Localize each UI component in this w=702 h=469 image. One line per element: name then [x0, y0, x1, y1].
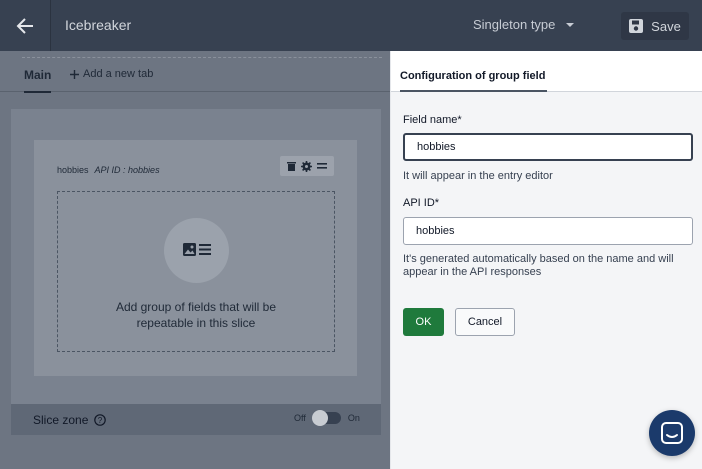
field-name-label: Field name*: [403, 114, 462, 126]
group-field[interactable]: hobbies API ID : hobbies Add group of fi…: [34, 140, 357, 376]
chat-icon: [661, 422, 683, 444]
slice-zone-toggle[interactable]: Off On: [294, 410, 360, 426]
group-drop-zone[interactable]: Add group of fields that will be repeata…: [57, 191, 335, 352]
group-name: hobbies: [57, 165, 89, 175]
slice-card: hobbies API ID : hobbies Add group of fi…: [11, 109, 381, 404]
toggle-on-label: On: [347, 413, 360, 423]
image-text-icon: [164, 218, 229, 283]
back-button[interactable]: [0, 0, 51, 51]
type-select[interactable]: Singleton type: [473, 17, 575, 32]
slice-zone-label-wrap: Slice zone ?: [33, 412, 107, 427]
caret-down-icon: [566, 22, 575, 27]
group-api-id: API ID : hobbies: [94, 165, 160, 175]
top-bar: Icebreaker Singleton type Save: [0, 0, 702, 51]
drop-zone-text: Add group of fields that will be repeata…: [115, 300, 277, 330]
plus-icon: [70, 69, 79, 79]
app-title: Icebreaker: [65, 17, 132, 33]
api-id-hint: It's generated automatically based on th…: [403, 253, 674, 278]
field-name-hint: It will appear in the entry editor: [403, 170, 553, 182]
toggle-off-label: Off: [294, 413, 306, 423]
slice-zone-label: Slice zone: [33, 412, 89, 427]
chat-launcher-button[interactable]: [649, 410, 695, 456]
editor-area: Main Add a new tab hobbies API ID : hobbi…: [0, 51, 390, 469]
panel-header: Configuration of group field: [391, 51, 702, 92]
ok-button[interactable]: OK: [403, 308, 444, 336]
add-tab-label: Add a new tab: [83, 68, 154, 80]
save-button[interactable]: Save: [621, 12, 689, 40]
gear-icon[interactable]: [300, 160, 312, 172]
arrow-left-icon: [16, 17, 33, 34]
floppy-disk-icon: [629, 19, 644, 33]
field-name-input[interactable]: [403, 133, 693, 161]
save-label: Save: [651, 18, 681, 34]
svg-text:?: ?: [98, 416, 103, 425]
toggle-track[interactable]: [311, 410, 341, 426]
api-id-input[interactable]: [403, 217, 693, 245]
add-tab-button[interactable]: Add a new tab: [70, 68, 153, 80]
trash-icon[interactable]: [286, 161, 296, 171]
api-id-label: API ID*: [403, 197, 440, 209]
toggle-knob[interactable]: [311, 410, 328, 426]
cancel-button[interactable]: Cancel: [455, 308, 515, 336]
panel-title: Configuration of group field: [400, 70, 548, 92]
help-circle-icon[interactable]: ?: [94, 413, 107, 426]
divider: [22, 57, 382, 58]
tab-main[interactable]: Main: [24, 68, 52, 93]
slice-zone-bar: Slice zone ? Off On: [11, 404, 381, 435]
type-select-label: Singleton type: [473, 17, 556, 32]
group-label: hobbies API ID : hobbies: [57, 165, 160, 175]
tab-bar: Main Add a new tab: [0, 51, 390, 93]
group-config-panel: Configuration of group field Field name*…: [390, 51, 702, 469]
drag-handle-icon[interactable]: [317, 163, 328, 169]
group-toolbar: [280, 156, 334, 176]
